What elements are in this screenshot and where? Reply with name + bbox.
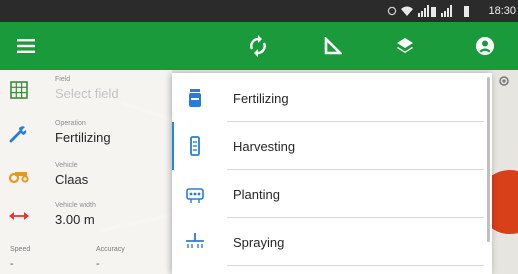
dropdown-item-label: Spraying bbox=[233, 235, 285, 250]
tractor-icon bbox=[8, 172, 29, 184]
operation-value: Fertilizing bbox=[55, 130, 111, 145]
field-grid-icon bbox=[10, 81, 28, 99]
vehicle-row[interactable]: Vehicle Claas bbox=[0, 156, 172, 196]
sync-button[interactable] bbox=[238, 22, 278, 70]
accuracy-value: - bbox=[96, 258, 100, 270]
width-arrow-icon bbox=[9, 212, 29, 220]
account-circle-icon bbox=[476, 37, 494, 55]
dropdown-item-spraying[interactable]: Spraying bbox=[172, 218, 492, 266]
speed-label: Speed bbox=[10, 246, 31, 253]
planting-icon bbox=[186, 188, 204, 203]
selection-indicator bbox=[172, 122, 174, 170]
measure-button[interactable] bbox=[313, 22, 353, 70]
operation-row[interactable]: Operation Fertilizing bbox=[0, 114, 172, 154]
operation-label: Operation bbox=[55, 120, 86, 127]
battery-icon bbox=[464, 6, 469, 17]
dropdown-item-label: Planting bbox=[233, 187, 280, 202]
vehicle-value: Claas bbox=[55, 172, 89, 187]
status-bar: 18:30 bbox=[0, 0, 518, 22]
account-button[interactable] bbox=[465, 22, 505, 70]
spraying-icon bbox=[186, 233, 204, 248]
alarm-icon bbox=[387, 6, 397, 16]
vehicle-width-row[interactable]: Vehicle width 3.00 m bbox=[0, 196, 172, 236]
field-value: Select field bbox=[55, 86, 119, 101]
status-time: 18:30 bbox=[488, 5, 516, 17]
dropdown-item-harvesting[interactable]: Harvesting bbox=[172, 122, 492, 170]
accuracy-label: Accuracy bbox=[96, 246, 125, 253]
dropdown-scrollbar[interactable] bbox=[487, 77, 490, 242]
dropdown-item-label: Fertilizing bbox=[233, 91, 289, 106]
fertilizer-icon bbox=[189, 89, 201, 107]
vehicle-label: Vehicle bbox=[55, 162, 78, 169]
signal-icon bbox=[418, 5, 436, 17]
dropdown-item-planting[interactable]: Planting bbox=[172, 170, 492, 218]
dropdown-item-label: Harvesting bbox=[233, 139, 296, 154]
layers-button[interactable] bbox=[385, 22, 425, 70]
speed-value: - bbox=[10, 258, 14, 270]
field-label: Field bbox=[55, 76, 71, 83]
vehicle-width-label: Vehicle width bbox=[55, 202, 96, 209]
gps-stats: Speed - Accuracy - bbox=[0, 242, 172, 274]
layers-icon bbox=[397, 38, 413, 53]
app-screen: { "statusbar": { "time": "18:30" }, "too… bbox=[0, 0, 518, 274]
measure-triangle-icon bbox=[324, 37, 342, 55]
sync-icon bbox=[250, 35, 266, 57]
hamburger-menu-icon bbox=[17, 39, 35, 53]
wifi-icon bbox=[401, 6, 413, 16]
operation-dropdown: Fertilizing Harvesting Planting Spraying bbox=[172, 73, 492, 274]
menu-button[interactable] bbox=[0, 22, 52, 70]
harvest-icon bbox=[190, 136, 200, 156]
dropdown-item-fertilizing[interactable]: Fertilizing bbox=[172, 74, 492, 122]
locate-icon[interactable] bbox=[497, 74, 511, 88]
divider bbox=[227, 265, 484, 266]
app-toolbar bbox=[0, 22, 518, 70]
signal-2-icon bbox=[441, 5, 452, 17]
wrench-icon bbox=[9, 126, 27, 143]
vehicle-width-value: 3.00 m bbox=[55, 212, 95, 227]
status-icons bbox=[387, 3, 470, 19]
field-row[interactable]: Field Select field bbox=[0, 70, 172, 110]
operation-info-panel: Field Select field Operation Fertilizing… bbox=[0, 70, 172, 274]
